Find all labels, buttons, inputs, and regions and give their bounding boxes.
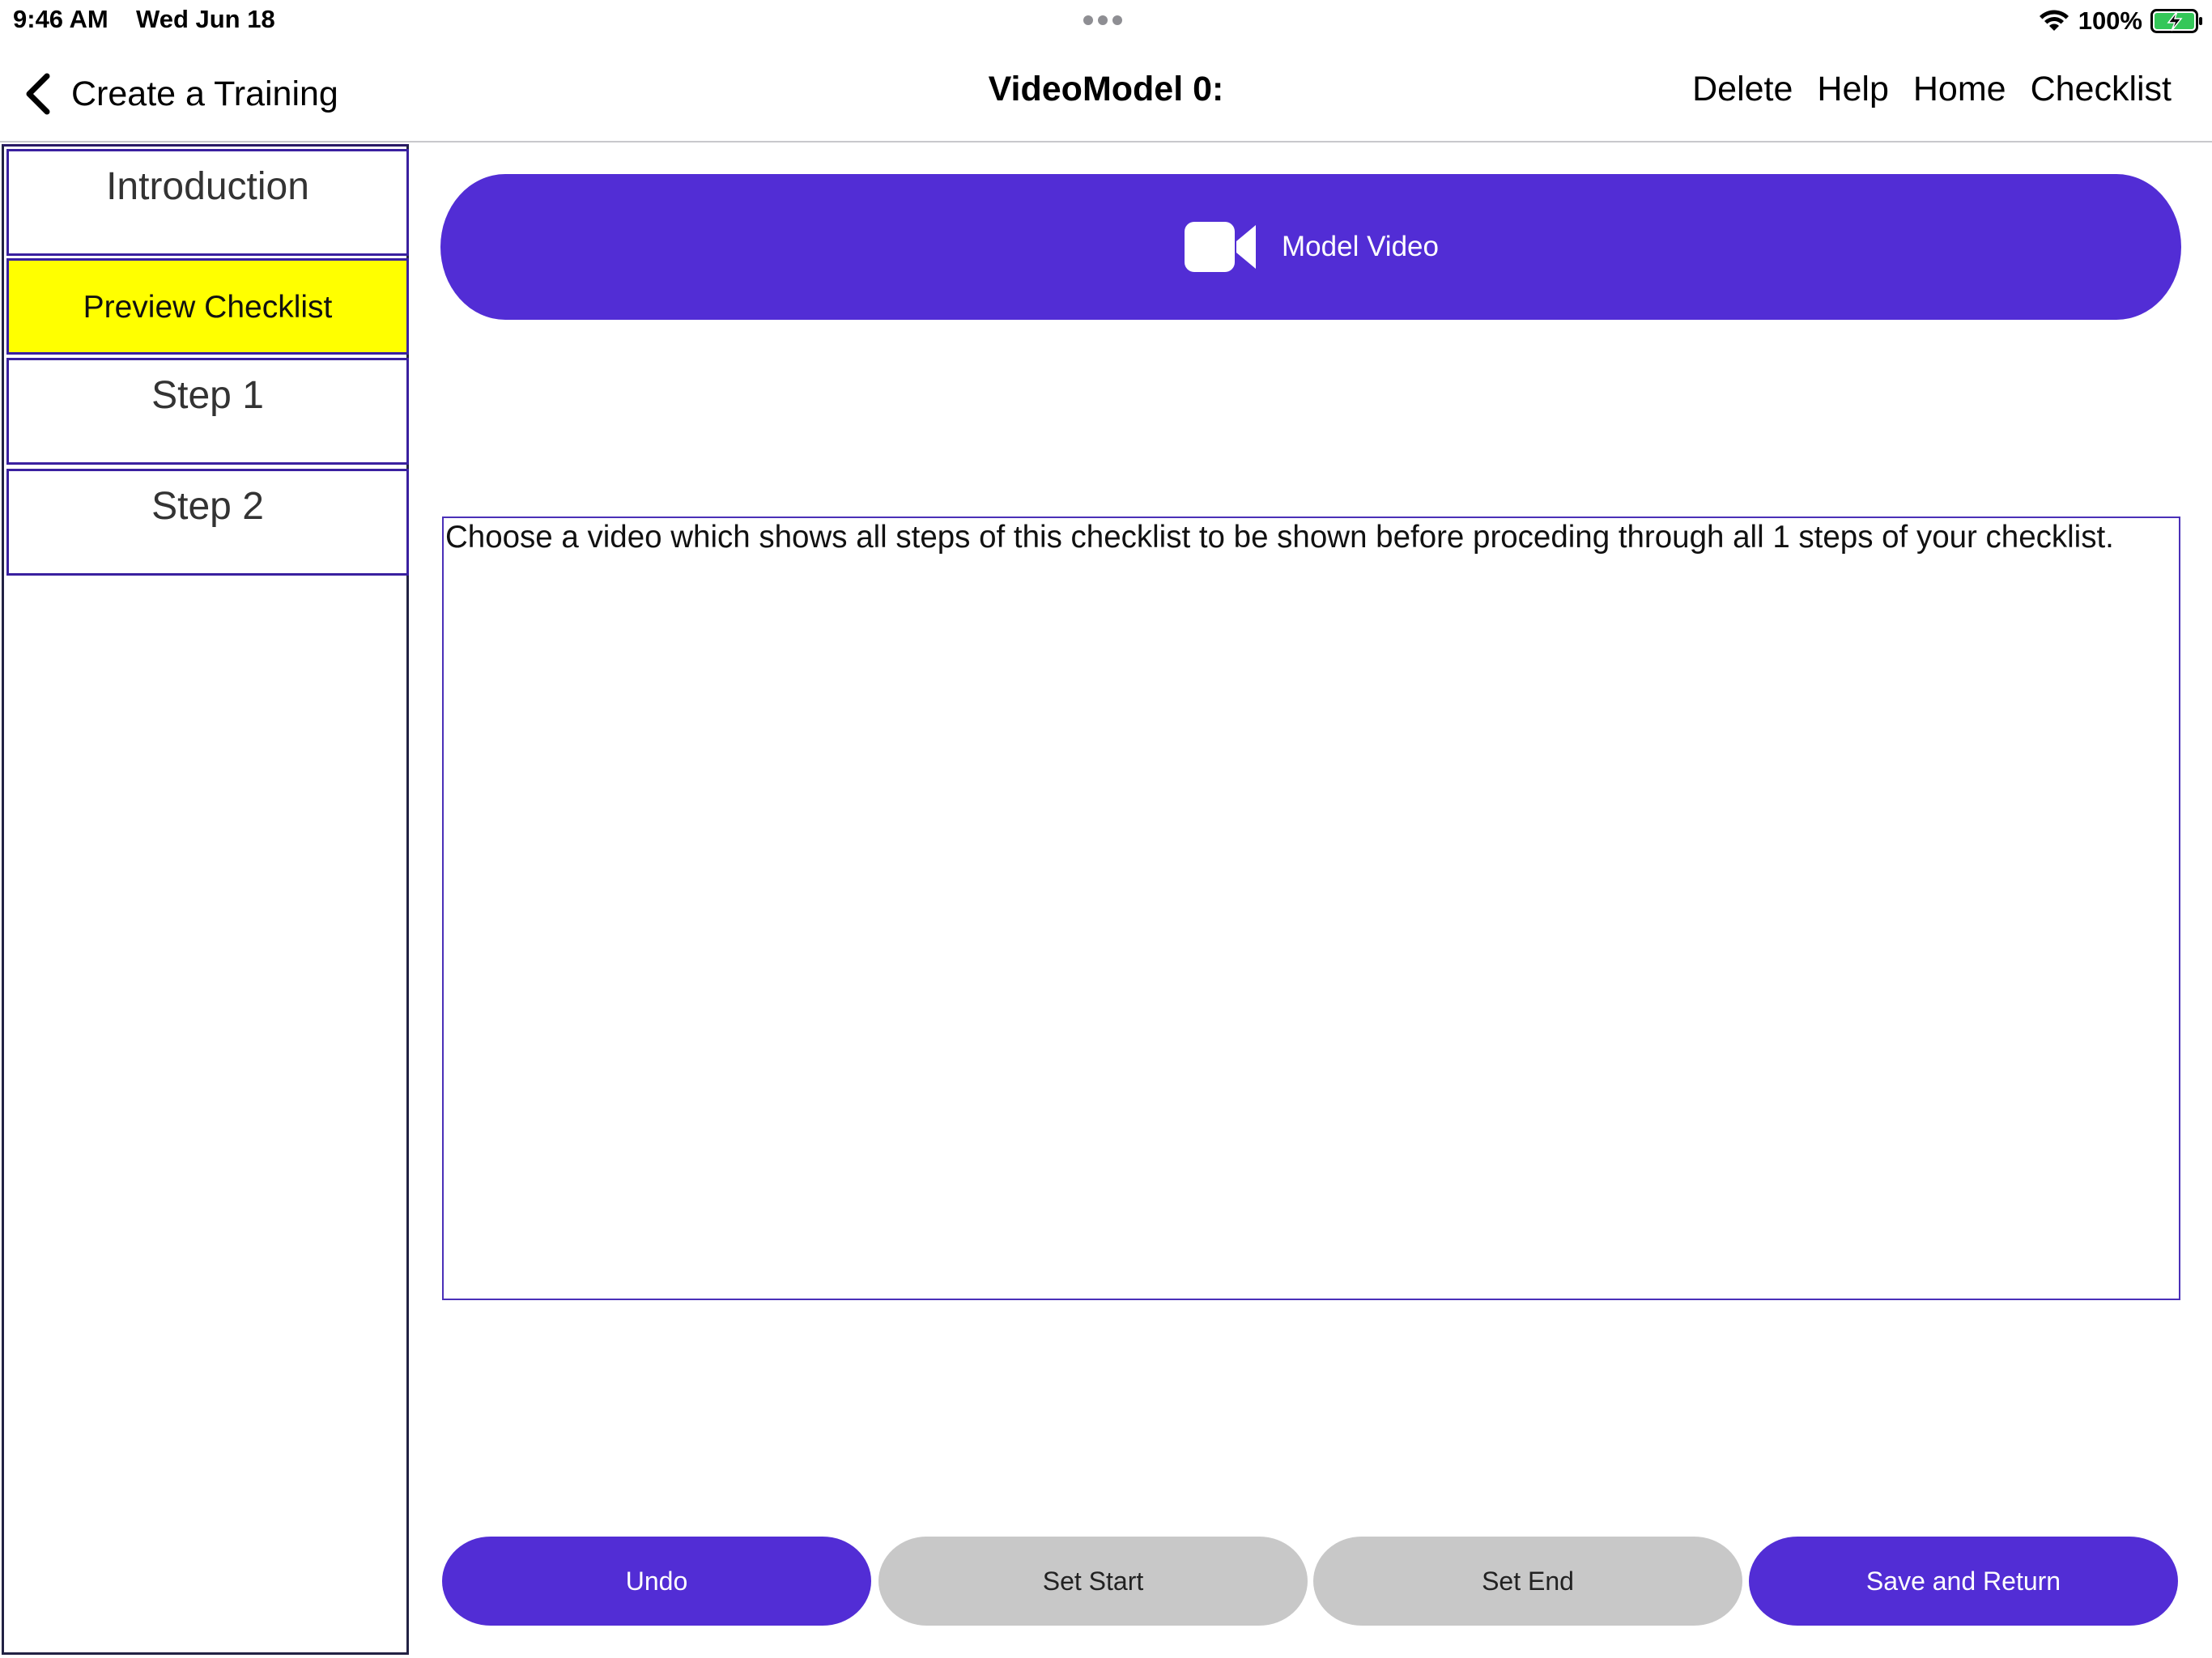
home-button[interactable]: Home (1913, 70, 2006, 109)
sidebar-item-step-2[interactable]: Step 2 (6, 469, 409, 576)
battery-percent: 100% (2078, 6, 2142, 35)
help-button[interactable]: Help (1817, 70, 1888, 109)
model-video-label: Model Video (1282, 231, 1439, 262)
sidebar-item-label: Step 2 (151, 485, 264, 528)
save-and-return-button[interactable]: Save and Return (1749, 1537, 2178, 1626)
instructions-box: Choose a video which shows all steps of … (442, 517, 2180, 1300)
page-title: VideoModel 0: (988, 70, 1224, 108)
status-bar: 9:46 AM Wed Jun 18 100% (0, 0, 2212, 40)
set-start-button[interactable]: Set Start (878, 1537, 1308, 1626)
nav-actions: Delete Help Home Checklist (1692, 70, 2172, 109)
bottom-toolbar: Undo Set Start Set End Save and Return (442, 1537, 2181, 1627)
nav-bar: Create a Training VideoModel 0: Delete H… (0, 45, 2212, 142)
delete-button[interactable]: Delete (1692, 70, 1793, 109)
instructions-text: Choose a video which shows all steps of … (445, 520, 2114, 555)
multitask-dots-icon[interactable] (1083, 15, 1129, 25)
battery-charging-icon (2150, 9, 2202, 33)
sidebar-item-introduction[interactable]: Introduction (6, 149, 409, 256)
checklist-button[interactable]: Checklist (2031, 70, 2172, 109)
set-end-button[interactable]: Set End (1313, 1537, 1742, 1626)
undo-button[interactable]: Undo (442, 1537, 871, 1626)
back-button[interactable]: Create a Training (21, 68, 338, 120)
wifi-icon (2039, 10, 2069, 31)
model-video-button[interactable]: Model Video (440, 174, 2181, 320)
video-camera-icon (1185, 222, 1257, 272)
status-right: 100% (2038, 3, 2204, 39)
sidebar-item-label: Step 1 (151, 374, 264, 417)
sidebar-item-step-1[interactable]: Step 1 (6, 358, 409, 465)
back-label: Create a Training (71, 74, 338, 113)
sidebar-item-label: Preview Checklist (83, 290, 333, 325)
sidebar: Introduction Preview Checklist Step 1 St… (2, 144, 409, 1655)
status-date: Wed Jun 18 (136, 5, 275, 33)
sidebar-item-preview-checklist[interactable]: Preview Checklist (6, 258, 409, 355)
status-time: 9:46 AM (13, 5, 108, 33)
sidebar-item-label: Introduction (106, 165, 309, 208)
chevron-left-icon (26, 73, 50, 115)
